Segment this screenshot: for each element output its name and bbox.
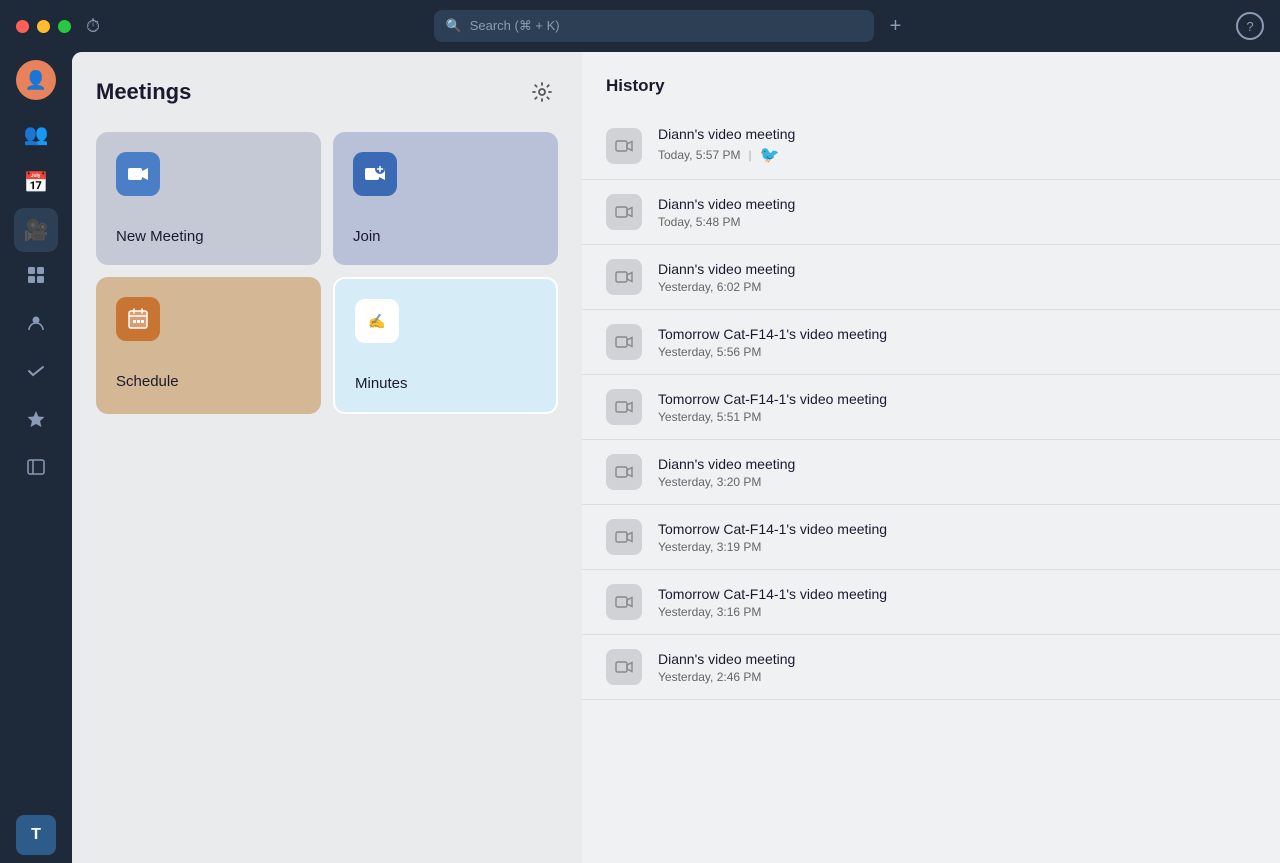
video-icon <box>606 649 642 685</box>
search-bar[interactable]: 🔍 Search (⌘ + K) <box>434 10 874 42</box>
svg-text:✍: ✍ <box>368 313 385 329</box>
history-item-info: Tomorrow Cat-F14-1's video meeting Yester… <box>658 391 1256 424</box>
sidebar-item-starred[interactable] <box>14 400 58 444</box>
minutes-icon: ✍ <box>355 299 399 343</box>
history-item-time: Yesterday, 2:46 PM <box>658 670 1256 684</box>
tasks-icon <box>26 361 46 387</box>
history-item-time: Yesterday, 5:51 PM <box>658 410 1256 424</box>
sidebar-item-calendar[interactable]: 📅 <box>14 160 58 204</box>
history-item[interactable]: Diann's video meeting Yesterday, 3:20 PM <box>582 440 1280 505</box>
new-meeting-label: New Meeting <box>116 228 204 245</box>
history-item-info: Tomorrow Cat-F14-1's video meeting Yester… <box>658 521 1256 554</box>
meeting-badge: 🐦 <box>760 145 780 165</box>
history-item-info: Tomorrow Cat-F14-1's video meeting Yester… <box>658 586 1256 619</box>
people-icon <box>26 313 46 339</box>
history-item-time: Yesterday, 5:56 PM <box>658 345 1256 359</box>
history-item-info: Tomorrow Cat-F14-1's video meeting Yester… <box>658 326 1256 359</box>
new-meeting-icon <box>116 152 160 196</box>
team-icon <box>26 265 46 291</box>
history-item-time: Yesterday, 3:16 PM <box>658 605 1256 619</box>
traffic-lights <box>16 20 71 33</box>
history-item-time: Yesterday, 3:19 PM <box>658 540 1256 554</box>
user-avatar[interactable]: 👤 <box>16 60 56 100</box>
history-item-time: Yesterday, 6:02 PM <box>658 280 1256 294</box>
meetings-icon: 🎥 <box>24 218 49 243</box>
panel-title: Meetings <box>96 79 191 105</box>
add-button[interactable]: + <box>882 12 910 40</box>
main-layout: 👤 👥 📅 🎥 <box>0 52 1280 863</box>
history-item[interactable]: Diann's video meeting Today, 5:57 PM|🐦 <box>582 112 1280 180</box>
account-avatar[interactable]: T <box>16 815 56 855</box>
history-header: History <box>582 76 1280 112</box>
video-icon <box>606 454 642 490</box>
star-icon <box>26 409 46 435</box>
history-list: Diann's video meeting Today, 5:57 PM|🐦 Di… <box>582 112 1280 700</box>
history-item-title: Tomorrow Cat-F14-1's video meeting <box>658 586 1256 602</box>
search-placeholder: Search (⌘ + K) <box>470 18 560 34</box>
sidebar-item-team[interactable] <box>14 256 58 300</box>
history-item-time: Today, 5:48 PM <box>658 215 1256 229</box>
join-card[interactable]: Join <box>333 132 558 265</box>
close-button[interactable] <box>16 20 29 33</box>
history-item[interactable]: Diann's video meeting Yesterday, 6:02 PM <box>582 245 1280 310</box>
sidebar-item-meetings[interactable]: 🎥 <box>14 208 58 252</box>
help-button[interactable]: ? <box>1236 12 1264 40</box>
history-item[interactable]: Tomorrow Cat-F14-1's video meeting Yester… <box>582 375 1280 440</box>
history-item-title: Diann's video meeting <box>658 261 1256 277</box>
history-item[interactable]: Tomorrow Cat-F14-1's video meeting Yester… <box>582 310 1280 375</box>
history-item[interactable]: Tomorrow Cat-F14-1's video meeting Yester… <box>582 505 1280 570</box>
contacts-icon: 👥 <box>24 122 49 147</box>
history-item-title: Diann's video meeting <box>658 196 1256 212</box>
join-icon <box>353 152 397 196</box>
sidebar: 👤 👥 📅 🎥 <box>0 52 72 863</box>
history-item-info: Diann's video meeting Today, 5:48 PM <box>658 196 1256 229</box>
panel-header: Meetings <box>96 76 558 108</box>
schedule-label: Schedule <box>116 373 179 390</box>
video-icon <box>606 519 642 555</box>
history-item-title: Tomorrow Cat-F14-1's video meeting <box>658 521 1256 537</box>
left-panel: Meetings <box>72 52 582 863</box>
history-item-info: Diann's video meeting Yesterday, 3:20 PM <box>658 456 1256 489</box>
right-panel: History Diann's video meeting Today, 5:57… <box>582 52 1280 863</box>
history-item[interactable]: Diann's video meeting Today, 5:48 PM <box>582 180 1280 245</box>
video-icon <box>606 128 642 164</box>
history-item-info: Diann's video meeting Today, 5:57 PM|🐦 <box>658 126 1256 165</box>
settings-icon[interactable] <box>526 76 558 108</box>
schedule-card[interactable]: Schedule <box>96 277 321 414</box>
join-label: Join <box>353 228 381 245</box>
search-icon: 🔍 <box>446 18 462 34</box>
sidebar-item-contacts[interactable]: 👥 <box>14 112 58 156</box>
history-item-title: Diann's video meeting <box>658 651 1256 667</box>
titlebar: ⏱ 🔍 Search (⌘ + K) + ? <box>0 0 1280 52</box>
schedule-icon <box>116 297 160 341</box>
history-item[interactable]: Diann's video meeting Yesterday, 2:46 PM <box>582 635 1280 700</box>
board-icon <box>26 457 46 483</box>
history-item[interactable]: Tomorrow Cat-F14-1's video meeting Yester… <box>582 570 1280 635</box>
minutes-label: Minutes <box>355 375 408 392</box>
video-icon <box>606 194 642 230</box>
history-item-title: Diann's video meeting <box>658 456 1256 472</box>
history-item-info: Diann's video meeting Yesterday, 6:02 PM <box>658 261 1256 294</box>
sidebar-item-board[interactable] <box>14 448 58 492</box>
maximize-button[interactable] <box>58 20 71 33</box>
history-icon[interactable]: ⏱ <box>79 12 107 40</box>
minutes-card[interactable]: ✍ Minutes <box>333 277 558 414</box>
video-icon <box>606 584 642 620</box>
content-area: Meetings <box>72 52 1280 863</box>
history-item-title: Diann's video meeting <box>658 126 1256 142</box>
video-icon <box>606 389 642 425</box>
video-icon <box>606 259 642 295</box>
meeting-grid: New Meeting Join <box>96 132 558 414</box>
history-item-info: Diann's video meeting Yesterday, 2:46 PM <box>658 651 1256 684</box>
calendar-icon: 📅 <box>24 170 49 195</box>
minimize-button[interactable] <box>37 20 50 33</box>
video-icon <box>606 324 642 360</box>
history-item-time: Today, 5:57 PM|🐦 <box>658 145 1256 165</box>
new-meeting-card[interactable]: New Meeting <box>96 132 321 265</box>
sidebar-item-people[interactable] <box>14 304 58 348</box>
history-item-title: Tomorrow Cat-F14-1's video meeting <box>658 326 1256 342</box>
sidebar-item-tasks[interactable] <box>14 352 58 396</box>
history-item-title: Tomorrow Cat-F14-1's video meeting <box>658 391 1256 407</box>
history-item-time: Yesterday, 3:20 PM <box>658 475 1256 489</box>
